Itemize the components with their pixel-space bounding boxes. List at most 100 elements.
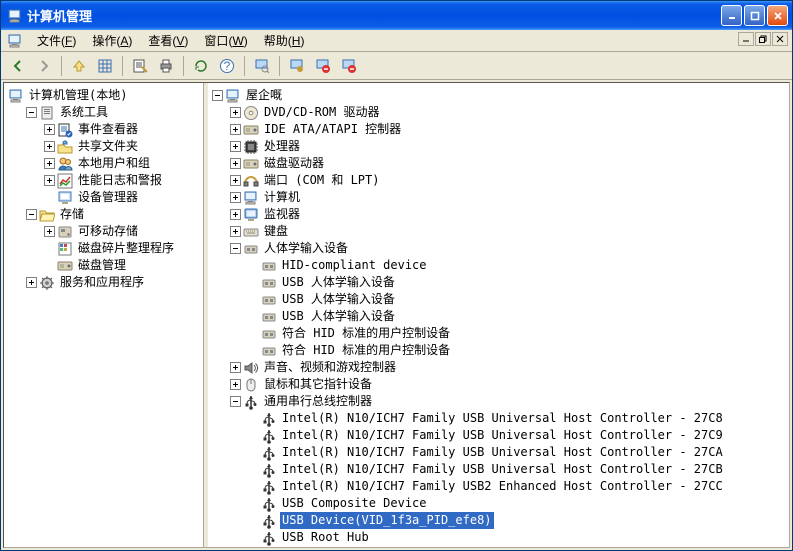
expander-plus-icon[interactable] xyxy=(44,175,55,186)
tree-row-device[interactable]: USB 人体学输入设备 xyxy=(248,291,789,308)
help-button[interactable] xyxy=(216,55,238,77)
menu-action[interactable]: 操作(A) xyxy=(84,30,140,51)
mdi-close-button[interactable] xyxy=(772,32,788,46)
left-tree[interactable]: 计算机管理(本地) 系统工具 事件查看器 共享文件夹 本地用户和组 xyxy=(4,83,204,547)
tree-row-perf-logs[interactable]: 性能日志和警报 xyxy=(44,172,203,189)
tree-row-root[interactable]: 计算机管理(本地) xyxy=(8,87,203,104)
expander-minus-icon[interactable] xyxy=(230,396,241,407)
expander-minus-icon[interactable] xyxy=(26,107,37,118)
tree-row-device[interactable]: USB 人体学输入设备 xyxy=(248,274,789,291)
expander-plus-icon[interactable] xyxy=(230,175,241,186)
tree-row-ide[interactable]: IDE ATA/ATAPI 控制器 xyxy=(230,121,789,138)
tree-label: 通用串行总线控制器 xyxy=(262,393,374,410)
tree-row-removable[interactable]: 可移动存储 xyxy=(44,223,203,240)
forward-button[interactable] xyxy=(33,55,55,77)
tree-row-keyboard[interactable]: 键盘 xyxy=(230,223,789,240)
tree-row-usb[interactable]: 通用串行总线控制器 xyxy=(230,393,789,410)
views-button[interactable] xyxy=(94,55,116,77)
tree-row-local-users[interactable]: 本地用户和组 xyxy=(44,155,203,172)
tree-row-system-tools[interactable]: 系统工具 xyxy=(26,104,203,121)
tree-row-device[interactable]: 符合 HID 标准的用户控制设备 xyxy=(248,325,789,342)
tree-label: Intel(R) N10/ICH7 Family USB Universal H… xyxy=(280,410,725,427)
expander-plus-icon[interactable] xyxy=(44,124,55,135)
hid-icon xyxy=(261,309,277,325)
tree-row-disk-mgmt[interactable]: 磁盘管理 xyxy=(44,257,203,274)
tree-row-ports[interactable]: 端口 (COM 和 LPT) xyxy=(230,172,789,189)
close-button[interactable] xyxy=(767,5,788,26)
scan-button[interactable] xyxy=(251,55,273,77)
expander-plus-icon[interactable] xyxy=(44,226,55,237)
tree-row-device[interactable]: Intel(R) N10/ICH7 Family USB Universal H… xyxy=(248,444,789,461)
tree-row-computer-root[interactable]: 屋企嘅 xyxy=(212,87,789,104)
expander-minus-icon[interactable] xyxy=(230,243,241,254)
tree-row-services[interactable]: 服务和应用程序 xyxy=(26,274,203,291)
tree-label: 可移动存储 xyxy=(76,223,140,240)
properties-button[interactable] xyxy=(129,55,151,77)
tree-row-computer-cat[interactable]: 计算机 xyxy=(230,189,789,206)
expander-plus-icon[interactable] xyxy=(230,226,241,237)
arrow-right-icon xyxy=(36,58,52,74)
tree-row-disk-drives[interactable]: 磁盘驱动器 xyxy=(230,155,789,172)
tree-row-device[interactable]: HID-compliant device xyxy=(248,257,789,274)
up-button[interactable] xyxy=(68,55,90,77)
tree-row-device[interactable]: USB Root Hub xyxy=(248,529,789,546)
tree-row-device[interactable]: Intel(R) N10/ICH7 Family USB2 Enhanced H… xyxy=(248,478,789,495)
tree-row-device[interactable]: USB Composite Device xyxy=(248,495,789,512)
expander-plus-icon[interactable] xyxy=(44,158,55,169)
tree-row-dvd[interactable]: DVD/CD-ROM 驱动器 xyxy=(230,104,789,121)
tree-row-device[interactable]: 符合 HID 标准的用户控制设备 xyxy=(248,342,789,359)
tree-label: 事件查看器 xyxy=(76,121,140,138)
tree-row-cpu[interactable]: 处理器 xyxy=(230,138,789,155)
disable-button[interactable] xyxy=(338,55,360,77)
expander-plus-icon[interactable] xyxy=(230,107,241,118)
right-tree[interactable]: 屋企嘅 DVD/CD-ROM 驱动器 IDE ATA/ATAPI 控制器 处理器… xyxy=(208,83,789,547)
tree-row-device[interactable]: Intel(R) N10/ICH7 Family USB Universal H… xyxy=(248,427,789,444)
tree-label: Intel(R) N10/ICH7 Family USB2 Enhanced H… xyxy=(280,478,725,495)
update-driver-button[interactable] xyxy=(286,55,308,77)
expander-plus-icon[interactable] xyxy=(44,141,55,152)
event-icon xyxy=(57,122,73,138)
tree-row-sound[interactable]: 声音、视频和游戏控制器 xyxy=(230,359,789,376)
expander-plus-icon[interactable] xyxy=(230,124,241,135)
menu-window[interactable]: 窗口(W) xyxy=(196,30,255,51)
ide-icon xyxy=(243,122,259,138)
tree-label: IDE ATA/ATAPI 控制器 xyxy=(262,121,403,138)
minimize-button[interactable] xyxy=(721,5,742,26)
tree-row-storage[interactable]: 存储 xyxy=(26,206,203,223)
expander-plus-icon[interactable] xyxy=(230,362,241,373)
tree-row-device[interactable]: USB 人体学输入设备 xyxy=(248,308,789,325)
expander-plus-icon[interactable] xyxy=(230,192,241,203)
tree-row-device-manager[interactable]: 设备管理器 xyxy=(44,189,203,206)
title-bar[interactable]: 计算机管理 xyxy=(1,1,792,30)
tree-row-defrag[interactable]: 磁盘碎片整理程序 xyxy=(44,240,203,257)
tree-label: USB 人体学输入设备 xyxy=(280,308,397,325)
expander-plus-icon[interactable] xyxy=(26,277,37,288)
hid-icon xyxy=(261,326,277,342)
back-button[interactable] xyxy=(7,55,29,77)
tree-row-hid[interactable]: 人体学输入设备 xyxy=(230,240,789,257)
tree-row-device[interactable]: Intel(R) N10/ICH7 Family USB Universal H… xyxy=(248,461,789,478)
tree-row-device[interactable]: USB Device(VID_1f3a_PID_efe8) xyxy=(248,512,789,529)
tree-label: USB Device(VID_1f3a_PID_efe8) xyxy=(280,512,494,529)
expander-plus-icon[interactable] xyxy=(230,141,241,152)
maximize-button[interactable] xyxy=(744,5,765,26)
tree-row-mouse[interactable]: 鼠标和其它指针设备 xyxy=(230,376,789,393)
tree-row-event-viewer[interactable]: 事件查看器 xyxy=(44,121,203,138)
expander-plus-icon[interactable] xyxy=(230,379,241,390)
tree-row-shared-folders[interactable]: 共享文件夹 xyxy=(44,138,203,155)
expander-minus-icon[interactable] xyxy=(26,209,37,220)
mdi-restore-button[interactable] xyxy=(755,32,771,46)
tree-row-device[interactable]: Intel(R) N10/ICH7 Family USB Universal H… xyxy=(248,410,789,427)
mdi-minimize-button[interactable] xyxy=(738,32,754,46)
menu-view[interactable]: 查看(V) xyxy=(140,30,196,51)
expander-minus-icon[interactable] xyxy=(212,90,223,101)
uninstall-button[interactable] xyxy=(312,55,334,77)
menu-file[interactable]: 文件(F) xyxy=(29,30,84,51)
refresh-button[interactable] xyxy=(190,55,212,77)
expander-plus-icon[interactable] xyxy=(230,158,241,169)
disk-icon xyxy=(57,258,73,274)
expander-plus-icon[interactable] xyxy=(230,209,241,220)
print-button[interactable] xyxy=(155,55,177,77)
tree-row-monitor[interactable]: 监视器 xyxy=(230,206,789,223)
menu-help[interactable]: 帮助(H) xyxy=(256,30,313,51)
